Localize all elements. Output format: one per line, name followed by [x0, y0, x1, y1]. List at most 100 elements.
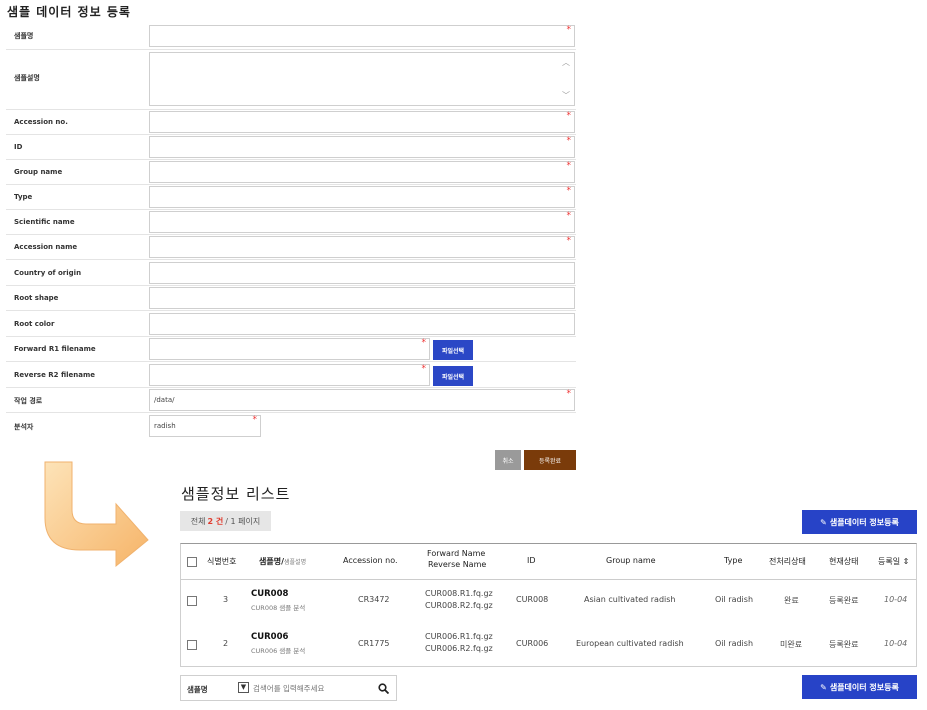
- header-id-no: 식별번호: [207, 557, 237, 566]
- type-input[interactable]: *: [149, 186, 575, 208]
- sample-table: 식별번호 샘플명/샘플설명 Accession no. Forward Name…: [180, 543, 917, 667]
- row-checkbox[interactable]: [187, 640, 197, 650]
- cell-sample-name[interactable]: CUR006: [251, 632, 288, 642]
- accession-name-input[interactable]: *: [149, 236, 575, 258]
- cell-reverse: CUR008.R2.fq.gz: [425, 601, 493, 610]
- label-analyst: 분석자: [14, 423, 34, 431]
- row-group-name: Group name *: [6, 159, 576, 185]
- cell-current: 등록완료: [829, 640, 859, 649]
- forward-filename-input[interactable]: *: [149, 338, 430, 360]
- header-sample-name[interactable]: 샘플명/샘플설명: [259, 556, 306, 567]
- label-forward: Forward R1 filename: [14, 345, 96, 353]
- header-forward: Forward Name: [427, 549, 486, 558]
- required-mark: *: [566, 136, 572, 146]
- sample-desc-textarea[interactable]: ︿ ﹀: [149, 52, 575, 106]
- root-color-input[interactable]: [149, 313, 575, 335]
- work-path-value: /data/: [154, 396, 175, 404]
- count-suffix: / 1 페이지: [225, 516, 261, 526]
- label-type: Type: [14, 193, 33, 201]
- label-accession-no: Accession no.: [14, 118, 68, 126]
- row-country: Country of origin: [6, 259, 576, 286]
- header-divider: [181, 579, 916, 580]
- reverse-file-select-button[interactable]: 파일선택: [433, 366, 473, 386]
- form-title: 샘플 데이터 정보 등록: [7, 5, 131, 19]
- cancel-button[interactable]: 취소: [495, 450, 521, 470]
- forward-file-select-button[interactable]: 파일선택: [433, 340, 473, 360]
- cell-id: CUR008: [516, 595, 549, 604]
- analyst-value: radish: [154, 422, 176, 430]
- header-accession: Accession no.: [343, 556, 398, 565]
- search-bar: 샘플명 ▼: [180, 675, 397, 701]
- row-root-shape: Root shape: [6, 285, 576, 311]
- work-path-input[interactable]: /data/ *: [149, 389, 575, 411]
- label-sample-desc: 샘플설명: [14, 74, 40, 82]
- row-sample-name: 샘플명 *: [6, 22, 576, 50]
- analyst-input[interactable]: radish *: [149, 415, 261, 437]
- label-group-name: Group name: [14, 168, 63, 176]
- header-reverse: Reverse Name: [428, 560, 487, 569]
- header-current: 현재상태: [829, 557, 859, 566]
- country-input[interactable]: [149, 262, 575, 284]
- row-reverse: Reverse R2 filename * 파일선택: [6, 361, 576, 388]
- label-root-shape: Root shape: [14, 294, 59, 302]
- header-name-sub: 샘플설명: [284, 559, 307, 566]
- select-all-checkbox[interactable]: [187, 557, 197, 567]
- cell-sample-desc: CUR008 샘플 분석: [251, 604, 306, 612]
- label-work-path: 작업 경로: [14, 397, 43, 405]
- reverse-filename-input[interactable]: *: [149, 364, 430, 386]
- cell-date: 10-04: [884, 595, 908, 604]
- cell-group: European cultivated radish: [576, 639, 684, 648]
- required-mark: *: [566, 389, 572, 399]
- result-count: 전체 2 건 / 1 페이지: [180, 511, 271, 531]
- required-mark: *: [566, 25, 572, 35]
- cell-sample-name[interactable]: CUR008: [251, 589, 288, 599]
- group-name-input[interactable]: *: [149, 161, 575, 183]
- register-sample-button-bottom[interactable]: ✎ 샘플데이터 정보등록: [802, 675, 917, 699]
- cell-accession: CR3472: [358, 595, 390, 604]
- scientific-name-input[interactable]: *: [149, 211, 575, 233]
- scroll-down-icon[interactable]: ﹀: [562, 90, 570, 101]
- required-mark: *: [566, 236, 572, 246]
- sample-name-input[interactable]: *: [149, 25, 575, 47]
- row-checkbox[interactable]: [187, 596, 197, 606]
- pencil-icon: ✎: [820, 682, 827, 692]
- search-input[interactable]: [253, 680, 363, 696]
- chevron-down-icon[interactable]: ▼: [238, 682, 249, 693]
- cell-id: CUR006: [516, 639, 549, 648]
- curved-arrow-icon: [44, 461, 149, 568]
- label-sample-name: 샘플명: [14, 32, 34, 40]
- cell-accession: CR1775: [358, 639, 390, 648]
- register-label: 샘플데이터 정보등록: [829, 517, 899, 527]
- accession-no-input[interactable]: *: [149, 111, 575, 133]
- header-group: Group name: [606, 556, 656, 565]
- cell-date: 10-04: [884, 639, 908, 648]
- row-work-path: 작업 경로 /data/ *: [6, 387, 576, 413]
- pencil-icon: ✎: [820, 517, 827, 527]
- cell-current: 등록완료: [829, 596, 859, 605]
- label-reverse: Reverse R2 filename: [14, 371, 96, 379]
- header-date-sort[interactable]: 등록일 ⇕: [878, 556, 909, 567]
- row-type: Type *: [6, 184, 576, 210]
- submit-button[interactable]: 등록완료: [524, 450, 576, 470]
- register-label: 샘플데이터 정보등록: [829, 682, 899, 692]
- cell-group: Asian cultivated radish: [584, 595, 676, 604]
- cell-type: Oil radish: [715, 639, 754, 648]
- search-field-select-value[interactable]: 샘플명: [187, 684, 208, 695]
- scroll-up-icon[interactable]: ︿: [562, 57, 570, 68]
- cell-type: Oil radish: [715, 595, 754, 604]
- search-icon[interactable]: [378, 683, 389, 694]
- required-mark: *: [421, 338, 427, 348]
- row-sample-desc: 샘플설명 ︿ ﹀: [6, 49, 576, 110]
- row-scientific-name: Scientific name *: [6, 209, 576, 235]
- row-accession-name: Accession name *: [6, 234, 576, 260]
- id-input[interactable]: *: [149, 136, 575, 158]
- root-shape-input[interactable]: [149, 287, 575, 309]
- header-name-text: 샘플명/: [259, 557, 285, 566]
- cell-forward: CUR008.R1.fq.gz: [425, 589, 493, 598]
- required-mark: *: [252, 415, 258, 425]
- register-sample-button-top[interactable]: ✎ 샘플데이터 정보등록: [802, 510, 917, 534]
- cell-forward: CUR006.R1.fq.gz: [425, 632, 493, 641]
- cell-reverse: CUR006.R2.fq.gz: [425, 644, 493, 653]
- header-id: ID: [527, 556, 536, 565]
- header-type: Type: [724, 556, 743, 565]
